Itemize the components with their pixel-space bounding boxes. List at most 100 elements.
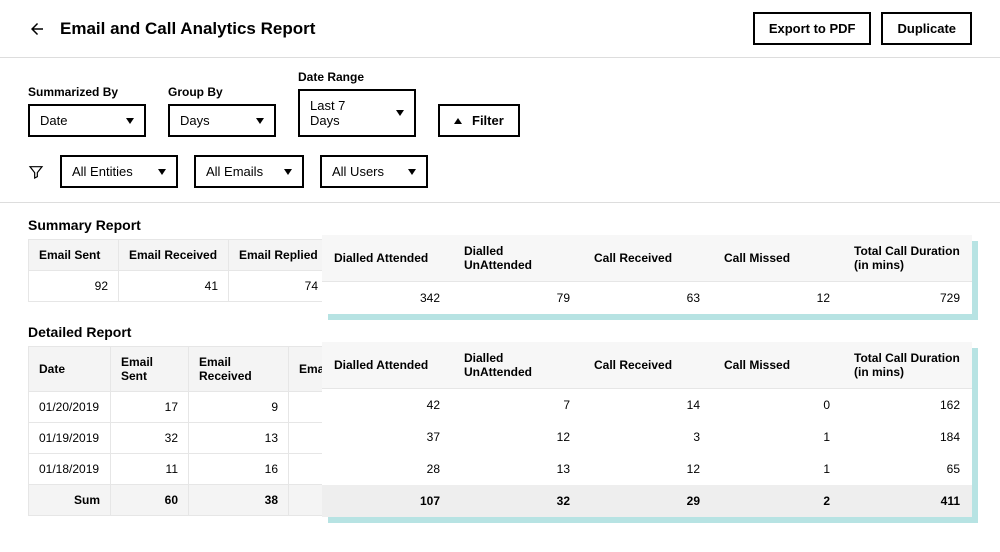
cell: 32	[111, 423, 189, 454]
col-header: Email Received	[119, 240, 229, 271]
cell: 14	[582, 389, 712, 422]
cell: 12	[712, 282, 842, 315]
cell: 7	[452, 389, 582, 422]
cell: 12	[452, 421, 582, 453]
summarized-by-field: Summarized By Date	[28, 85, 146, 137]
filter-label: Filter	[472, 113, 504, 128]
cell: 1	[712, 421, 842, 453]
date-range-value: Last 7 Days	[310, 98, 378, 128]
summarized-by-value: Date	[40, 113, 67, 128]
cell: 9	[189, 392, 289, 423]
duplicate-button[interactable]: Duplicate	[881, 12, 972, 45]
summary-table-wrap: Email Sent Email Received Email Replied …	[28, 239, 972, 302]
col-header: Email Received	[189, 347, 289, 392]
col-header: Call Received	[582, 235, 712, 282]
cell: 3	[582, 421, 712, 453]
col-header: Email Sent	[29, 240, 119, 271]
cell: 65	[842, 453, 972, 485]
header-left: Email and Call Analytics Report	[28, 19, 315, 39]
export-pdf-button[interactable]: Export to PDF	[753, 12, 872, 45]
chevron-down-icon	[256, 118, 264, 124]
cell: 28	[322, 453, 452, 485]
cell: 107	[322, 485, 452, 517]
cell: 17	[111, 392, 189, 423]
entities-value: All Entities	[72, 164, 133, 179]
summarized-by-label: Summarized By	[28, 85, 146, 99]
cell: 74	[229, 271, 329, 302]
cell: 12	[582, 453, 712, 485]
cell: 0	[712, 389, 842, 422]
summarized-by-select[interactable]: Date	[28, 104, 146, 137]
table-sum-row: 107 32 29 2 411	[322, 485, 972, 517]
chevron-up-icon	[454, 118, 462, 124]
col-header: Email Replied	[229, 240, 329, 271]
date-range-label: Date Range	[298, 70, 416, 84]
detailed-overlay-table: Dialled Attended Dialled UnAttended Call…	[322, 342, 972, 517]
cell: 184	[842, 421, 972, 453]
group-by-field: Group By Days	[168, 85, 276, 137]
entities-select[interactable]: All Entities	[60, 155, 178, 188]
cell: 1	[712, 453, 842, 485]
col-header: Call Missed	[712, 235, 842, 282]
table-row: 42 7 14 0 162	[322, 389, 972, 422]
col-header: Dialled Attended	[322, 235, 452, 282]
cell: 37	[322, 421, 452, 453]
controls-row-1: Summarized By Date Group By Days Date Ra…	[28, 70, 972, 137]
cell: Sum	[29, 485, 111, 516]
cell: 42	[322, 389, 452, 422]
col-header: Call Received	[582, 342, 712, 389]
group-by-select[interactable]: Days	[168, 104, 276, 137]
detailed-section: Detailed Report Date Email Sent Email Re…	[28, 324, 972, 516]
cell: 01/19/2019	[29, 423, 111, 454]
summary-overlay-card: Dialled Attended Dialled UnAttended Call…	[322, 235, 972, 314]
cell: 01/20/2019	[29, 392, 111, 423]
cell: 11	[111, 454, 189, 485]
users-select[interactable]: All Users	[320, 155, 428, 188]
cell: 29	[582, 485, 712, 517]
back-arrow-icon[interactable]	[28, 20, 46, 38]
cell: 32	[452, 485, 582, 517]
date-range-select[interactable]: Last 7 Days	[298, 89, 416, 137]
date-range-field: Date Range Last 7 Days	[298, 70, 416, 137]
cell: 342	[322, 282, 452, 315]
col-header: Dialled UnAttended	[452, 235, 582, 282]
emails-value: All Emails	[206, 164, 263, 179]
cell: 63	[582, 282, 712, 315]
table-row: 37 12 3 1 184	[322, 421, 972, 453]
filter-field: Filter	[438, 85, 520, 137]
controls-row-2: All Entities All Emails All Users	[28, 155, 972, 188]
page-title: Email and Call Analytics Report	[60, 19, 315, 39]
cell: 60	[111, 485, 189, 516]
cell: 79	[452, 282, 582, 315]
controls-bar: Summarized By Date Group By Days Date Ra…	[0, 58, 1000, 203]
summary-section: Summary Report Email Sent Email Received…	[28, 217, 972, 302]
table-row: 342 79 63 12 729	[322, 282, 972, 315]
funnel-icon	[28, 164, 44, 180]
col-header: Total Call Duration (in mins)	[842, 342, 972, 389]
cell: 729	[842, 282, 972, 315]
cell: 16	[189, 454, 289, 485]
chevron-down-icon	[126, 118, 134, 124]
cell: 38	[189, 485, 289, 516]
cell: 411	[842, 485, 972, 517]
col-header: Email Sent	[111, 347, 189, 392]
cell: 13	[189, 423, 289, 454]
detailed-title: Detailed Report	[28, 324, 972, 340]
cell: 13	[452, 453, 582, 485]
emails-select[interactable]: All Emails	[194, 155, 304, 188]
chevron-down-icon	[158, 169, 166, 175]
cell: 2	[712, 485, 842, 517]
filter-toggle-button[interactable]: Filter	[438, 104, 520, 137]
group-by-value: Days	[180, 113, 210, 128]
cell: 01/18/2019	[29, 454, 111, 485]
table-row: 28 13 12 1 65	[322, 453, 972, 485]
col-header: Total Call Duration (in mins)	[842, 235, 972, 282]
detailed-table-wrap: Date Email Sent Email Received Emai 01/2…	[28, 346, 972, 516]
col-header: Dialled Attended	[322, 342, 452, 389]
col-header: Date	[29, 347, 111, 392]
cell: 92	[29, 271, 119, 302]
group-by-label: Group By	[168, 85, 276, 99]
col-header: Dialled UnAttended	[452, 342, 582, 389]
chevron-down-icon	[284, 169, 292, 175]
table-header-row: Dialled Attended Dialled UnAttended Call…	[322, 235, 972, 282]
